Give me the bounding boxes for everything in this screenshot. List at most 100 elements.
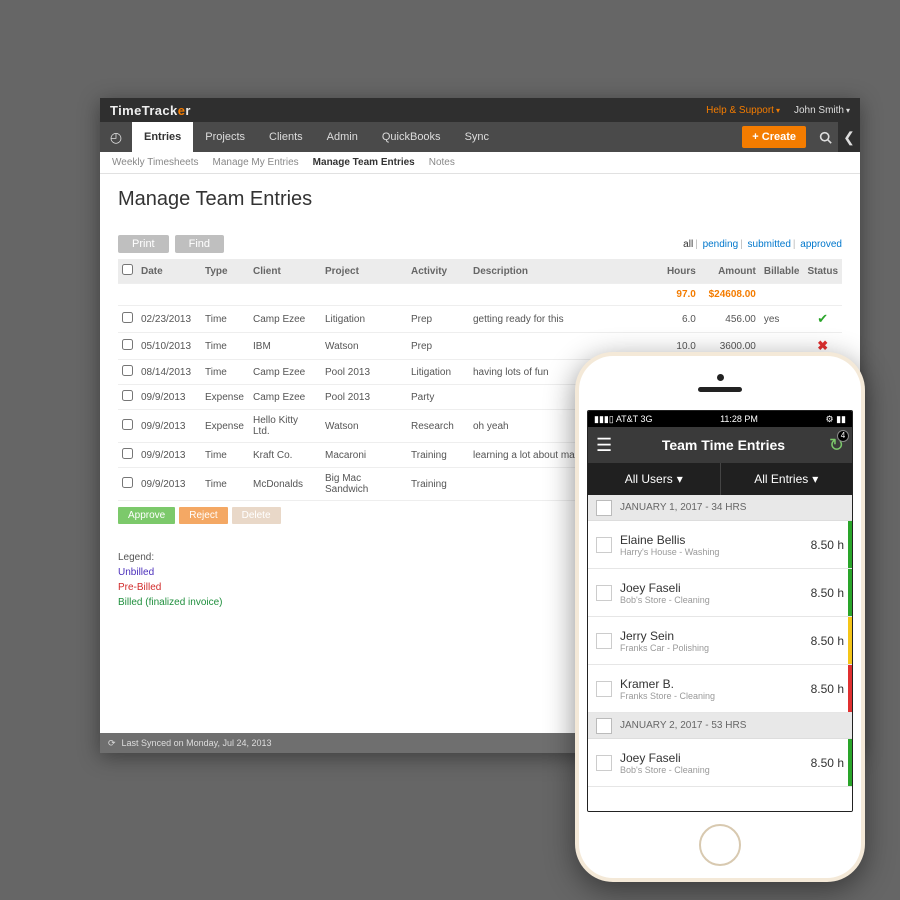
approve-button[interactable]: Approve [118,507,175,524]
subnav-manage-my-entries[interactable]: Manage My Entries [213,157,299,168]
list-item[interactable]: Elaine BellisHarry's House - Washing8.50… [588,521,852,569]
section-label: JANUARY 2, 2017 - 53 HRS [620,720,746,731]
phone-frame: ▮▮▮▯ AT&T 3G 11:28 PM ⚙ ▮▮ ☰ Team Time E… [575,352,865,882]
filter-all[interactable]: all [683,239,693,250]
entry-name: Elaine Bellis [620,533,803,547]
status-stripe [848,569,852,616]
list-item[interactable]: Kramer B.Franks Store - Cleaning 8.50 h [588,665,852,713]
col-header[interactable]: Billable [760,259,804,284]
user-menu[interactable]: John Smith▾ [794,105,850,116]
entry-sub: Franks Car - Polishing [620,643,803,653]
sync-icon[interactable]: ↻ 4 [829,435,844,456]
filter-users[interactable]: All Users▾ [588,463,720,495]
chevron-down-icon: ▾ [812,472,818,486]
entry-hours: 8.50 h [811,634,844,648]
row-checkbox[interactable] [596,633,612,649]
nav-tab-clients[interactable]: Clients [257,122,315,152]
main-nav: ◴ EntriesProjectsClientsAdminQuickBooksS… [100,122,860,152]
status-stripe [848,665,852,712]
titlebar: TimeTracker Help & Support▾ John Smith▾ [100,98,860,122]
create-button[interactable]: + Create [742,126,806,148]
col-header[interactable]: Date [137,259,201,284]
row-checkbox[interactable] [122,419,133,430]
list-item[interactable]: Joey FaseliBob's Store - Cleaning8.50 h [588,739,852,787]
row-checkbox[interactable] [122,477,133,488]
select-all-checkbox[interactable] [122,264,133,275]
phone-list[interactable]: JANUARY 1, 2017 - 34 HRSElaine BellisHar… [588,495,852,811]
sync-badge: 4 [837,430,849,442]
row-checkbox[interactable] [122,390,133,401]
row-checkbox[interactable] [122,339,133,350]
subnav-notes[interactable]: Notes [429,157,455,168]
filter-submitted[interactable]: submitted [748,239,791,250]
subnav-weekly-timesheets[interactable]: Weekly Timesheets [112,157,199,168]
battery-icon: ⚙ ▮▮ [826,414,846,425]
col-header [118,259,137,284]
col-header[interactable]: Type [201,259,249,284]
col-header[interactable]: Project [321,259,407,284]
home-button[interactable] [699,824,741,866]
toolbar: Print Find all| pending| submitted| appr… [100,219,860,259]
delete-button[interactable]: Delete [232,507,281,524]
phone-home-area [699,812,741,878]
status-stripe [848,617,852,664]
filter-pending[interactable]: pending [703,239,739,250]
entry-hours: 8.50 h [811,682,844,696]
x-icon: ✖ [817,338,828,353]
nav-tab-sync[interactable]: Sync [453,122,501,152]
help-support-link[interactable]: Help & Support▾ [706,105,780,116]
search-icon[interactable] [812,122,838,152]
section-checkbox[interactable] [596,718,612,734]
col-header[interactable]: Amount [700,259,760,284]
section-checkbox[interactable] [596,500,612,516]
row-checkbox[interactable] [596,681,612,697]
find-button[interactable]: Find [175,235,224,253]
nav-tab-entries[interactable]: Entries [132,122,193,152]
col-header[interactable]: Hours [662,259,700,284]
subnav-manage-team-entries[interactable]: Manage Team Entries [313,157,415,168]
col-header[interactable]: Client [249,259,321,284]
clock-icon[interactable]: ◴ [100,122,132,152]
status-filters: all| pending| submitted| approved [683,239,842,250]
table-row[interactable]: 02/23/2013TimeCamp EzeeLitigationPrepget… [118,306,842,333]
entry-name: Jerry Sein [620,629,803,643]
reject-button[interactable]: Reject [179,507,227,524]
phone-screen: ▮▮▮▯ AT&T 3G 11:28 PM ⚙ ▮▮ ☰ Team Time E… [587,410,853,812]
page-title: Manage Team Entries [100,174,860,219]
phone-header: ☰ Team Time Entries ↻ 4 [588,427,852,463]
col-header[interactable]: Status [803,259,842,284]
list-section-header[interactable]: JANUARY 1, 2017 - 34 HRS [588,495,852,521]
app-logo: TimeTracker [110,103,191,118]
filter-entries[interactable]: All Entries▾ [720,463,853,495]
entry-hours: 8.50 h [811,756,844,770]
entry-sub: Franks Store - Cleaning [620,691,803,701]
signal-icon: ▮▮▮▯ [594,414,616,424]
chevron-down-icon: ▾ [677,472,683,486]
hamburger-icon[interactable]: ☰ [596,435,618,456]
camera-icon [717,374,724,381]
row-checkbox[interactable] [596,585,612,601]
filter-approved[interactable]: approved [800,239,842,250]
chevron-left-icon[interactable]: ❮ [838,122,860,152]
list-item[interactable]: Joey FaseliBob's Store - Cleaning8.50 h [588,569,852,617]
nav-tab-projects[interactable]: Projects [193,122,257,152]
entry-sub: Bob's Store - Cleaning [620,595,803,605]
entry-sub: Bob's Store - Cleaning [620,765,803,775]
nav-tab-admin[interactable]: Admin [315,122,370,152]
row-checkbox[interactable] [596,755,612,771]
col-header[interactable]: Description [469,259,662,284]
row-checkbox[interactable] [122,448,133,459]
status-stripe [848,521,852,568]
list-section-header[interactable]: JANUARY 2, 2017 - 53 HRS [588,713,852,739]
row-checkbox[interactable] [596,537,612,553]
entry-hours: 8.50 h [811,586,844,600]
nav-tab-quickbooks[interactable]: QuickBooks [370,122,453,152]
col-header[interactable]: Activity [407,259,469,284]
print-button[interactable]: Print [118,235,169,253]
list-item[interactable]: Jerry SeinFranks Car - Polishing 8.50 h [588,617,852,665]
phone-filters: All Users▾ All Entries▾ [588,463,852,495]
entry-name: Kramer B. [620,677,803,691]
row-checkbox[interactable] [122,365,133,376]
phone-statusbar: ▮▮▮▯ AT&T 3G 11:28 PM ⚙ ▮▮ [588,411,852,427]
row-checkbox[interactable] [122,312,133,323]
